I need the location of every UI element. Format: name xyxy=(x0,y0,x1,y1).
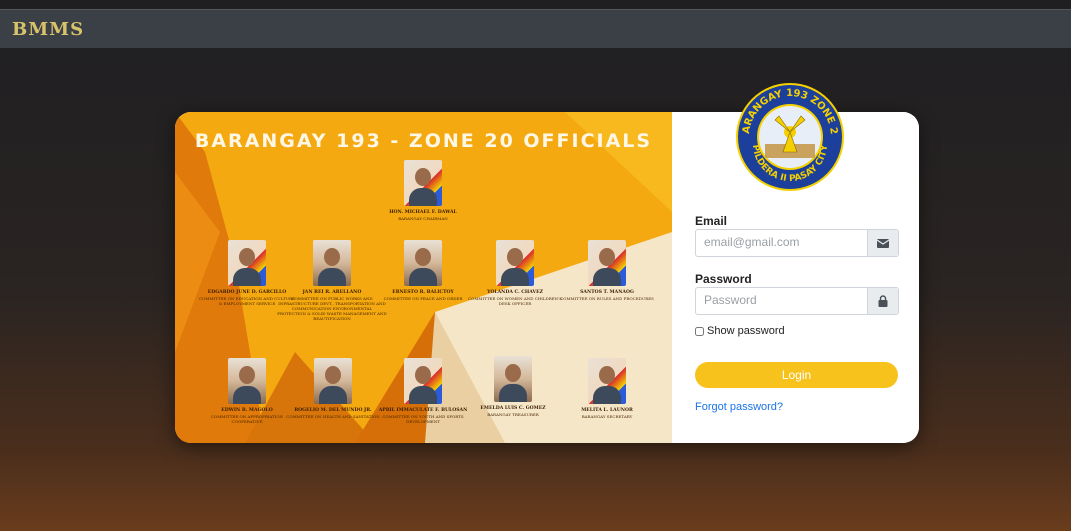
official-photo xyxy=(314,358,352,404)
official-photo xyxy=(404,160,442,206)
official-photo xyxy=(588,240,626,286)
official-photo xyxy=(404,240,442,286)
email-field[interactable] xyxy=(696,230,880,254)
official-role: COMMITTEE ON PUBLIC WORKS AND INFRASTRUC… xyxy=(277,296,387,321)
password-field[interactable] xyxy=(696,288,880,312)
official-card: APRIL IMMACULATE F. BULOSAN COMMITTEE ON… xyxy=(375,358,471,424)
official-card: YOLANDA C. CHAVEZ COMMITTEE ON WOMEN AND… xyxy=(467,240,563,306)
official-role: COMMITTEE ON HEALTH AND SANITATION xyxy=(286,414,380,419)
barangay-seal-logo: BARANGAY 193 ZONE 20 PILDERA II PASAY CI… xyxy=(735,82,844,191)
official-role: BARANGAY CHAIRMAN xyxy=(398,216,448,221)
official-photo xyxy=(588,358,626,404)
official-role: COMMITTEE ON APPROPRIATION COOPERATIVE xyxy=(210,414,284,424)
official-role: BARANGAY SECRETARY xyxy=(581,414,633,419)
official-role: BARANGAY TREASURER xyxy=(487,412,539,417)
brand-logo-text[interactable]: BMMS xyxy=(12,19,84,40)
official-role: COMMITTEE ON YOUTH AND SPORTS DEVELOPMEN… xyxy=(382,414,464,424)
official-card: SANTOS T. MANAOG COMMITTEE ON RULES AND … xyxy=(559,240,655,301)
lock-icon xyxy=(867,288,898,314)
show-password-toggle[interactable]: Show password xyxy=(695,325,785,337)
official-photo xyxy=(313,240,351,286)
official-card: EMELDA LUIS C. GOMEZ BARANGAY TREASURER xyxy=(465,356,561,417)
show-password-checkbox[interactable] xyxy=(695,326,704,336)
official-photo xyxy=(228,240,266,286)
official-card: MELITA L. LAUNOR BARANGAY SECRETARY xyxy=(559,358,655,419)
officials-poster: BARANGAY 193 - ZONE 20 OFFICIALS HON. MI… xyxy=(175,112,672,443)
official-role: COMMITTEE ON RULES AND PROCEDURES xyxy=(560,296,654,301)
password-label: Password xyxy=(695,272,752,286)
official-role: COMMITTEE ON WOMEN AND CHILDREN'S DESK O… xyxy=(468,296,562,306)
official-card: ROGELIO M. DEL MUNDO JR. COMMITTEE ON HE… xyxy=(285,358,381,419)
login-button[interactable]: Login xyxy=(695,362,898,388)
email-label: Email xyxy=(695,214,728,228)
official-role: COMMITTEE ON PEACE AND ORDER xyxy=(383,296,463,301)
poster-title: BARANGAY 193 - ZONE 20 OFFICIALS xyxy=(194,130,653,152)
envelope-icon xyxy=(867,230,898,256)
official-photo xyxy=(496,240,534,286)
official-photo xyxy=(228,358,266,404)
official-card: ERNESTO R. BALICTOY COMMITTEE ON PEACE A… xyxy=(375,240,471,301)
email-input-group xyxy=(695,229,899,257)
password-input-group xyxy=(695,287,899,315)
official-card: HON. MICHAEL F. DAWAL BARANGAY CHAIRMAN xyxy=(375,160,471,221)
show-password-label: Show password xyxy=(707,325,785,337)
official-card: EDWIN B. MAGOLO COMMITTEE ON APPROPRIATI… xyxy=(199,358,295,424)
official-photo xyxy=(494,356,532,402)
top-navbar: BMMS xyxy=(0,9,1071,48)
forgot-password-link[interactable]: Forgot password? xyxy=(695,401,783,413)
official-photo xyxy=(404,358,442,404)
official-card: JAN REI R. ARELLANO COMMITTEE ON PUBLIC … xyxy=(277,240,387,321)
